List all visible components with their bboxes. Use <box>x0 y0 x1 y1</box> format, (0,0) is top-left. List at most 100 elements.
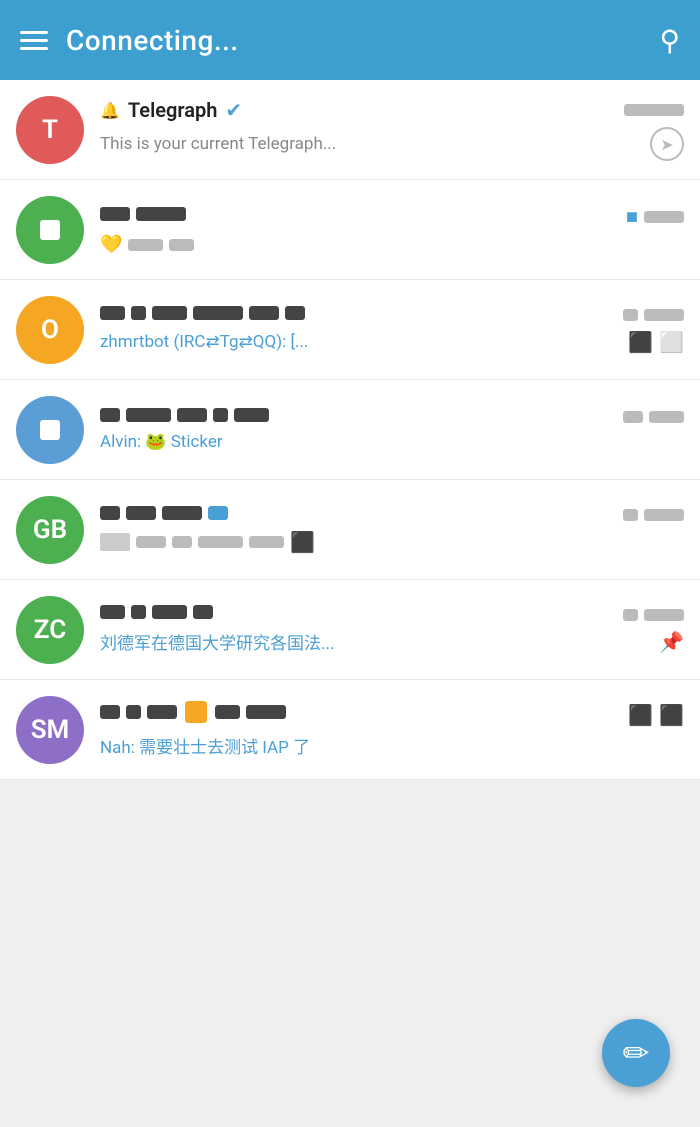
blur-p1 <box>128 239 163 251</box>
blur-7a <box>100 705 120 719</box>
chat-meta-telegraph <box>624 104 684 116</box>
blur-5p2 <box>172 536 192 548</box>
avatar-5: GB <box>16 496 84 564</box>
app-title: Connecting... <box>66 24 239 57</box>
status-blue-5: ⬛ <box>290 530 315 554</box>
chat-preview-row-telegraph: This is your current Telegraph... ➤ <box>100 127 684 161</box>
hamburger-menu-button[interactable] <box>20 31 48 50</box>
blur-6t2 <box>644 609 684 621</box>
status-gray-3: ⬜ <box>659 330 684 354</box>
blur-3e <box>249 306 279 320</box>
chat-preview-6: 刘德军在德国大学研究各国法... <box>100 629 334 654</box>
blur-4e <box>234 408 269 422</box>
name-placeholder-2 <box>100 207 186 221</box>
blur-4d <box>213 408 228 422</box>
flag-7 <box>185 701 207 723</box>
second-line-5: ⬛ <box>100 530 684 554</box>
chat-header-7: ⬛ ⬛ <box>100 701 684 728</box>
blur-6a <box>100 605 125 619</box>
blur-5b <box>126 506 156 520</box>
blur-2 <box>136 207 186 221</box>
chat-content-4: Alvin: 🐸 Sticker <box>100 408 684 452</box>
blur-4c <box>177 408 207 422</box>
blur-4a <box>100 408 120 422</box>
chat-header-4 <box>100 408 684 427</box>
time-blurred <box>624 104 684 116</box>
img-thumb-5 <box>100 533 130 551</box>
blur-3t1 <box>623 309 638 321</box>
blur-5t2 <box>644 509 684 521</box>
blur-5a <box>100 506 120 520</box>
chat-preview-7: Nah: 需要壮士去测试 IAP 了 <box>100 733 310 758</box>
chat-meta-3 <box>623 309 684 321</box>
name-placeholder-6 <box>100 605 213 619</box>
avatar-2 <box>16 196 84 264</box>
status-blue-7b: ⬛ <box>659 703 684 727</box>
avatar-7: SM <box>16 696 84 764</box>
blur-5d <box>208 506 228 520</box>
avatar-telegraph: T <box>16 96 84 164</box>
forward-icon: ➤ <box>650 127 684 161</box>
blur-3b <box>131 306 146 320</box>
chat-preview-row-6: 刘德军在德国大学研究各国法... 📌 <box>100 629 684 654</box>
verified-badge: ✔ <box>225 98 242 122</box>
chat-content-3: zhmrtbot (IRC⇄Tg⇄QQ): [... ⬛ ⬜ <box>100 306 684 354</box>
chat-preview-row-7: Nah: 需要壮士去测试 IAP 了 <box>100 733 684 758</box>
blur-4b <box>126 408 171 422</box>
chat-preview-row-4: Alvin: 🐸 Sticker <box>100 432 684 452</box>
chat-preview-row-3: zhmrtbot (IRC⇄Tg⇄QQ): [... ⬛ ⬜ <box>100 330 684 354</box>
avatar-3: O <box>16 296 84 364</box>
mute-icon: 🔔 <box>100 101 120 120</box>
blur-3c <box>152 306 187 320</box>
chat-item-3[interactable]: O zhmrtbot (IRC⇄Tg⇄QQ): [... <box>0 280 700 380</box>
chat-item-2[interactable]: ■ 💛 <box>0 180 700 280</box>
chat-header-3 <box>100 306 684 325</box>
blur-1 <box>100 207 130 221</box>
chat-name-row-telegraph: 🔔 Telegraph ✔ <box>100 98 242 122</box>
meta-3: ⬛ ⬜ <box>628 330 684 354</box>
chat-item-6[interactable]: ZC 刘德军在德国大学研究各国法... 📌 <box>0 580 700 680</box>
avatar-6: ZC <box>16 596 84 664</box>
chat-preview-telegraph: This is your current Telegraph... <box>100 134 336 154</box>
top-bar: Connecting... ⚲ <box>0 0 700 80</box>
chat-content-6: 刘德军在德国大学研究各国法... 📌 <box>100 605 684 654</box>
chat-header-telegraph: 🔔 Telegraph ✔ <box>100 98 684 122</box>
chat-meta-6 <box>623 609 684 621</box>
name-placeholder-7 <box>100 701 286 723</box>
blur-3f <box>285 306 305 320</box>
chat-content-5: ⬛ <box>100 506 684 554</box>
chat-content-telegraph: 🔔 Telegraph ✔ This is your current Teleg… <box>100 98 684 161</box>
top-bar-left: Connecting... <box>20 24 239 57</box>
blur-6b <box>131 605 146 619</box>
blur-p2 <box>169 239 194 251</box>
blur-4t2 <box>649 411 684 423</box>
chat-header-5 <box>100 506 684 525</box>
blur-7e <box>246 705 286 719</box>
blur-5p4 <box>249 536 284 548</box>
chat-item-telegraph[interactable]: T 🔔 Telegraph ✔ This is your current Tel… <box>0 80 700 180</box>
chat-preview-4: Alvin: 🐸 Sticker <box>100 432 223 452</box>
blur-6d <box>193 605 213 619</box>
blur-7d <box>215 705 240 719</box>
chat-item-5[interactable]: GB ⬛ <box>0 480 700 580</box>
blur-7c <box>147 705 177 719</box>
chat-item-7[interactable]: SM ⬛ ⬛ Nah: 需要壮士去测试 IAP 了 <box>0 680 700 780</box>
blur-3a <box>100 306 125 320</box>
blur-7b <box>126 705 141 719</box>
avatar-4 <box>16 396 84 464</box>
status-blue-7: ⬛ <box>628 703 653 727</box>
name-placeholder-4 <box>100 408 269 422</box>
search-button[interactable]: ⚲ <box>659 24 680 57</box>
pinned-blue-6: 📌 <box>659 630 684 654</box>
blur-6c <box>152 605 187 619</box>
chat-name-telegraph: Telegraph <box>128 98 218 122</box>
blur-3d <box>193 306 243 320</box>
chat-list: T 🔔 Telegraph ✔ This is your current Tel… <box>0 80 700 780</box>
unread-blue: ■ <box>626 204 638 229</box>
blur-5p1 <box>136 536 166 548</box>
chat-header-2: ■ <box>100 204 684 229</box>
chat-item-4[interactable]: Alvin: 🐸 Sticker <box>0 380 700 480</box>
compose-fab[interactable]: ✏ <box>602 1019 670 1087</box>
blur-5c <box>162 506 202 520</box>
chat-preview-3: zhmrtbot (IRC⇄Tg⇄QQ): [... <box>100 332 308 352</box>
